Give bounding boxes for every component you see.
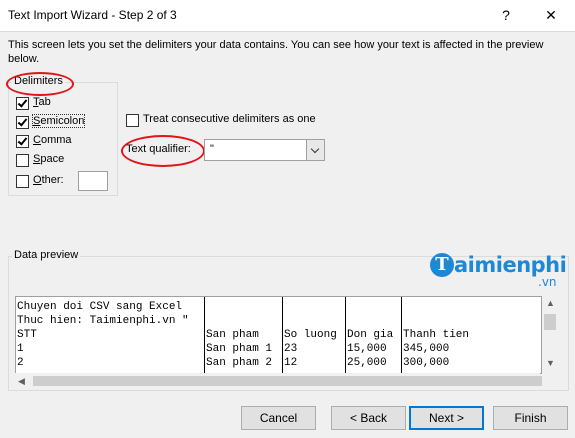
column-divider[interactable] bbox=[345, 297, 346, 373]
comma-accel: C bbox=[33, 134, 41, 146]
delimiters-highlight-oval bbox=[6, 72, 74, 96]
other-accel: O bbox=[33, 174, 42, 186]
comma-checkbox[interactable] bbox=[16, 135, 29, 148]
data-preview-grid[interactable]: Chuyen doi CSV sang Excel Thuc hien: Tai… bbox=[15, 296, 542, 374]
preview-cell: 15,000 bbox=[347, 343, 387, 355]
preview-cell: San pham bbox=[206, 329, 259, 341]
title-bar: Text Import Wizard - Step 2 of 3 ? ✕ bbox=[0, 0, 575, 31]
data-preview-legend: Data preview bbox=[12, 249, 81, 261]
preview-cell: 25,000 bbox=[347, 357, 387, 369]
preview-cell: San pham 2 bbox=[206, 357, 273, 369]
column-divider[interactable] bbox=[282, 297, 283, 373]
tab-label: ab bbox=[38, 96, 51, 108]
preview-cell: 300,000 bbox=[403, 357, 450, 369]
window-title: Text Import Wizard - Step 2 of 3 bbox=[8, 8, 177, 22]
preview-cell: 1 bbox=[17, 343, 24, 355]
space-checkbox[interactable] bbox=[16, 154, 29, 167]
close-button[interactable]: ✕ bbox=[538, 5, 564, 25]
text-qualifier-value: " bbox=[210, 143, 214, 155]
column-divider[interactable] bbox=[401, 297, 402, 373]
logo-initial: T bbox=[430, 253, 454, 277]
scroll-thumb[interactable] bbox=[544, 314, 556, 330]
logo-text: aimienphi bbox=[454, 253, 567, 277]
scroll-thumb[interactable] bbox=[33, 376, 542, 386]
intro-text: This screen lets you set the delimiters … bbox=[8, 39, 544, 65]
title-divider bbox=[0, 31, 575, 32]
vertical-scrollbar[interactable]: ▲ ▼ bbox=[542, 296, 558, 372]
finish-button[interactable]: Finish bbox=[493, 406, 568, 430]
semicolon-checkbox[interactable] bbox=[16, 116, 29, 129]
preview-cell: Thanh tien bbox=[403, 329, 470, 341]
consecutive-checkbox[interactable] bbox=[126, 114, 139, 127]
preview-cell: Don gia bbox=[347, 329, 394, 341]
preview-cell: 345,000 bbox=[403, 343, 450, 355]
other-checkbox[interactable] bbox=[16, 175, 29, 188]
scroll-up-icon[interactable]: ▲ bbox=[546, 298, 555, 308]
back-button[interactable]: < Back bbox=[331, 406, 406, 430]
help-button[interactable]: ? bbox=[493, 5, 519, 25]
preview-cell: Chuyen doi CSV sang Excel bbox=[17, 301, 183, 313]
column-divider[interactable] bbox=[204, 297, 205, 373]
text-qualifier-select[interactable]: " bbox=[204, 139, 325, 161]
preview-cell: So luong bbox=[284, 329, 337, 341]
preview-cell: Thuc hien: Taimienphi.vn " bbox=[17, 315, 189, 327]
next-button[interactable]: Next > bbox=[409, 406, 484, 430]
preview-cell: 2 bbox=[17, 357, 24, 369]
space-label: pace bbox=[40, 153, 65, 165]
scroll-down-icon[interactable]: ▼ bbox=[546, 358, 555, 368]
semicolon-label: emicolon bbox=[40, 115, 85, 127]
preview-cell: STT bbox=[17, 329, 37, 341]
tab-checkbox[interactable] bbox=[16, 97, 29, 110]
horizontal-scrollbar[interactable]: ◀ bbox=[15, 373, 542, 389]
preview-cell: San pham 1 bbox=[206, 343, 273, 355]
cancel-button[interactable]: Cancel bbox=[241, 406, 316, 430]
consecutive-label: Treat consecutive delimiters as one bbox=[143, 113, 316, 125]
qualifier-highlight-oval bbox=[121, 135, 205, 167]
other-delimiter-input[interactable] bbox=[78, 171, 108, 191]
other-label: ther: bbox=[41, 174, 64, 186]
scroll-left-icon[interactable]: ◀ bbox=[18, 376, 25, 387]
preview-cell: 23 bbox=[284, 343, 298, 355]
chevron-down-icon[interactable] bbox=[306, 140, 324, 160]
preview-cell: 12 bbox=[284, 357, 298, 369]
logo-suffix: .vn bbox=[538, 275, 557, 289]
watermark-logo: T aimienphi .vn bbox=[430, 253, 570, 289]
comma-label: omma bbox=[40, 134, 72, 146]
